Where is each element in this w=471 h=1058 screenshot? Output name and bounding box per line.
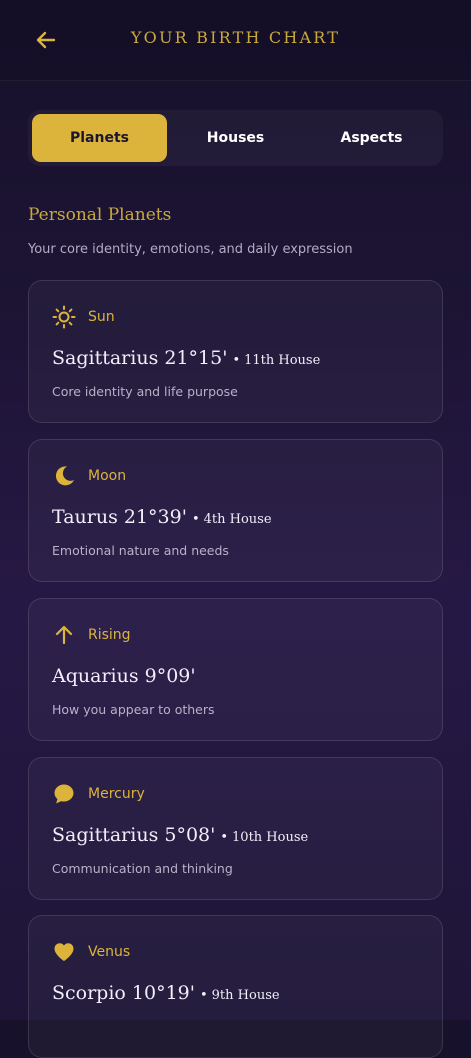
app-header: YOUR BIRTH CHART (0, 0, 471, 81)
separator-dot: • (199, 988, 208, 1003)
placement-card-sun[interactable]: Sun Sagittarius 21°15' • 11th House Core i… (28, 280, 443, 423)
moon-icon (52, 464, 76, 488)
separator-dot: • (191, 512, 200, 527)
card-header: Sun (52, 305, 115, 329)
zodiac-position: Taurus 21°39' (52, 506, 187, 528)
arrow-up-icon (52, 623, 76, 647)
planet-name: Venus (88, 944, 131, 960)
tab-planets[interactable]: Planets (32, 114, 167, 162)
house-label: 9th House (211, 988, 280, 1003)
placement-card-venus[interactable]: Venus Scorpio 10°19' • 9th House (28, 915, 443, 1058)
speech-bubble-icon (52, 782, 76, 806)
placement-line: Aquarius 9°09' (52, 665, 196, 687)
house-label: 11th House (244, 353, 321, 368)
sun-icon (52, 305, 76, 329)
zodiac-position: Scorpio 10°19' (52, 982, 195, 1004)
zodiac-position: Sagittarius 5°08' (52, 824, 216, 846)
placement-card-mercury[interactable]: Mercury Sagittarius 5°08' • 10th House Com… (28, 757, 443, 900)
separator-dot: • (232, 353, 241, 368)
heart-icon (52, 940, 76, 964)
separator-dot: • (220, 830, 229, 845)
planet-name: Rising (88, 627, 131, 643)
planet-name: Mercury (88, 786, 145, 802)
placement-line: Scorpio 10°19' • 9th House (52, 982, 280, 1004)
tab-houses[interactable]: Houses (168, 114, 303, 162)
placement-description: Core identity and life purpose (52, 384, 238, 399)
placement-line: Sagittarius 5°08' • 10th House (52, 824, 308, 846)
zodiac-position: Aquarius 9°09' (52, 665, 196, 687)
planet-name: Sun (88, 309, 115, 325)
card-header: Rising (52, 623, 131, 647)
section-subtitle: Your core identity, emotions, and daily … (28, 242, 353, 257)
placement-line: Sagittarius 21°15' • 11th House (52, 347, 320, 369)
placement-line: Taurus 21°39' • 4th House (52, 506, 272, 528)
house-label: 4th House (203, 512, 272, 527)
section-title: Personal Planets (28, 205, 172, 225)
tab-bar: Planets Houses Aspects (28, 110, 443, 166)
planet-name: Moon (88, 468, 127, 484)
zodiac-position: Sagittarius 21°15' (52, 347, 228, 369)
placement-card-moon[interactable]: Moon Taurus 21°39' • 4th House Emotional n… (28, 439, 443, 582)
placement-description: How you appear to others (52, 702, 215, 717)
page-title: YOUR BIRTH CHART (130, 28, 341, 47)
placement-description: Communication and thinking (52, 861, 233, 876)
placement-description: Emotional nature and needs (52, 543, 229, 558)
tab-aspects[interactable]: Aspects (304, 114, 439, 162)
card-header: Moon (52, 464, 126, 488)
house-label: 10th House (232, 830, 309, 845)
placement-card-rising[interactable]: Rising Aquarius 9°09' How you appear to … (28, 598, 443, 741)
card-header: Venus (52, 940, 130, 964)
card-header: Mercury (52, 782, 145, 806)
